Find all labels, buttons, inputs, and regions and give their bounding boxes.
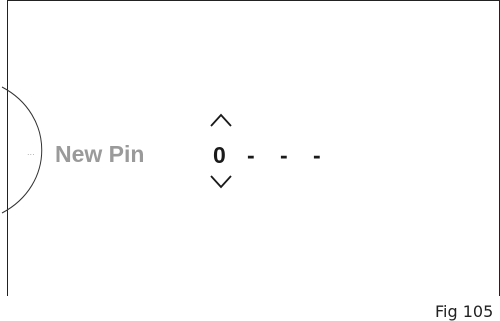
pin-digit-1[interactable]: 0 (213, 141, 226, 169)
chevron-up-icon[interactable] (209, 112, 233, 128)
menu-item-label: New Pin (55, 141, 145, 167)
screen-frame: ... New Pin 0 - - - Fig 105 (0, 0, 500, 321)
more-options-indicator[interactable]: ... (27, 148, 35, 157)
pin-digit-4: - (313, 142, 321, 168)
figure-caption: Fig 105 (435, 302, 494, 321)
chevron-down-icon[interactable] (209, 174, 233, 190)
pin-digit-2: - (247, 142, 255, 168)
pin-digit-3: - (280, 142, 288, 168)
frame-border-top (7, 0, 500, 1)
menu-arc (1, 86, 43, 214)
